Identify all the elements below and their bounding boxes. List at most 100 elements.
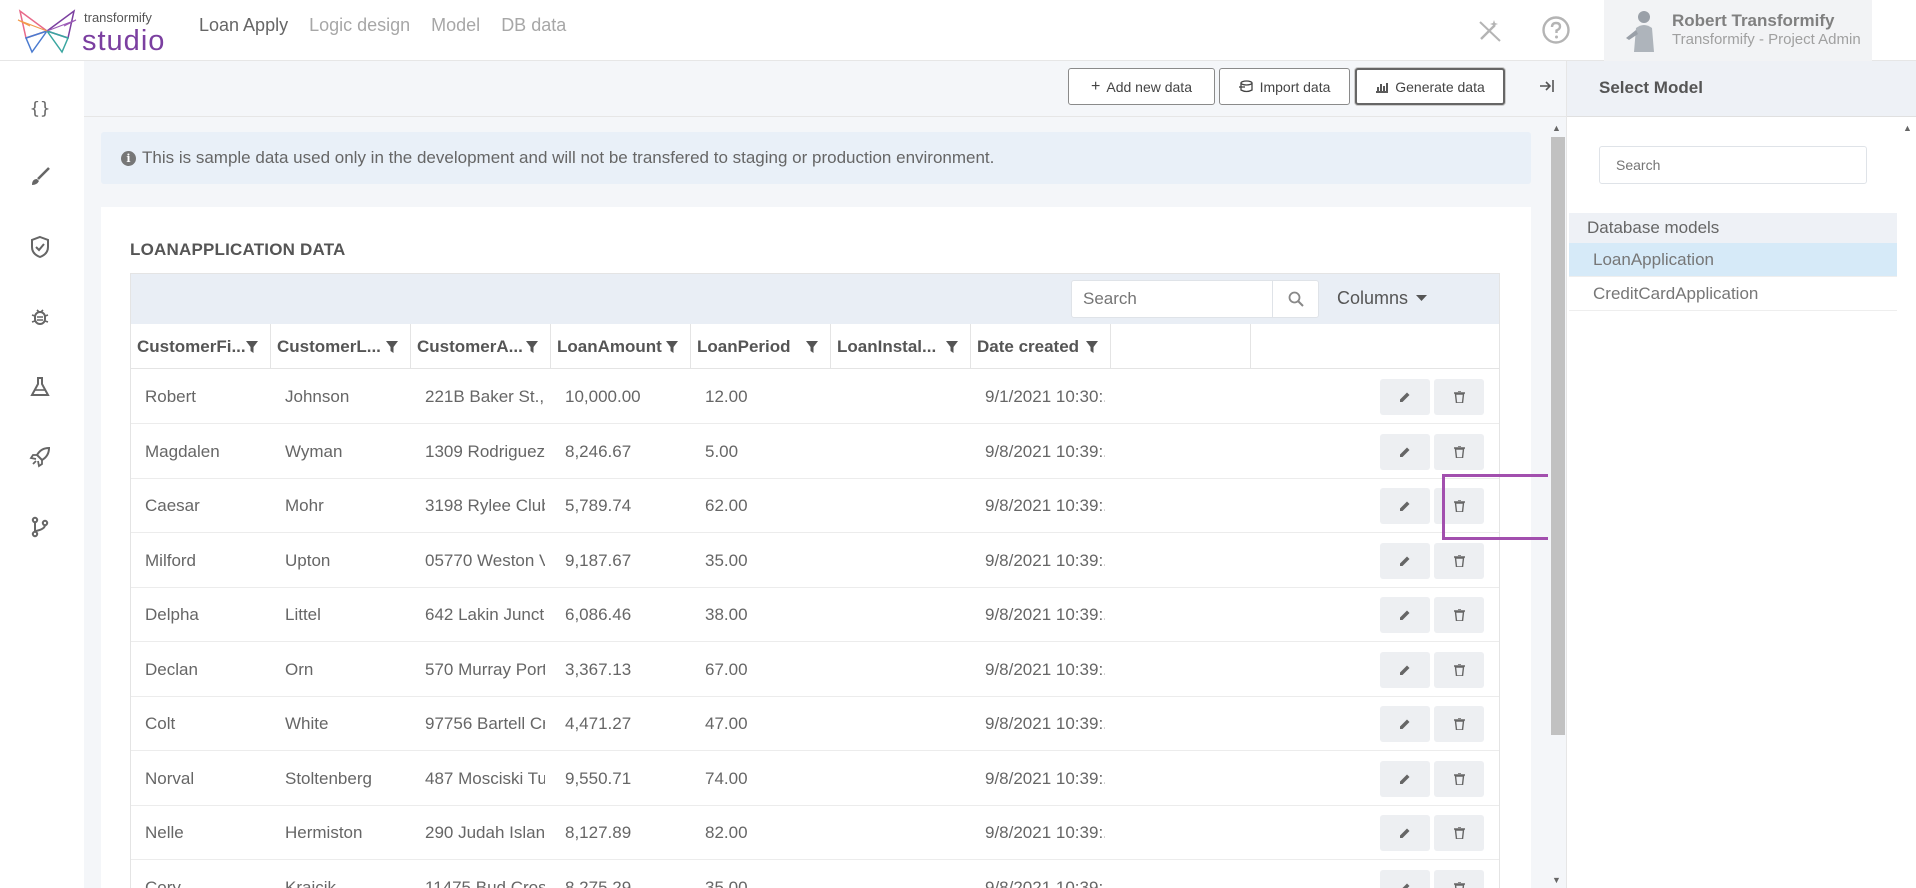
grid-search-input[interactable]	[1072, 281, 1272, 317]
model-panel-header: Select Model	[1567, 61, 1916, 117]
scroll-up-icon[interactable]: ▲	[1552, 123, 1561, 133]
cell-customer-address: 570 Murray Port,...	[425, 659, 545, 679]
delete-row-button[interactable]	[1434, 706, 1484, 742]
table-row[interactable]: Colt White 97756 Bartell Cr... 4,471.27 47.0…	[131, 697, 1499, 751]
delete-row-button[interactable]	[1434, 379, 1484, 415]
table-row[interactable]: Caesar Mohr 3198 Rylee Club,... 5,789.74 62.…	[131, 479, 1499, 533]
info-banner: i This is sample data used only in the d…	[101, 132, 1531, 184]
delete-row-button[interactable]	[1434, 597, 1484, 633]
brush-icon[interactable]	[26, 163, 54, 191]
shield-check-icon[interactable]	[26, 233, 54, 261]
git-branch-icon[interactable]	[26, 513, 54, 541]
generate-data-button[interactable]: Generate data	[1355, 68, 1505, 105]
header-label: LoanInstal...	[837, 336, 937, 356]
edit-row-button[interactable]	[1380, 379, 1430, 415]
header-label: CustomerFi...	[137, 336, 246, 356]
model-item-loanapplication[interactable]: LoanApplication	[1569, 243, 1897, 277]
cell-date-created: 9/8/2021 10:39:...	[985, 550, 1105, 570]
cell-loan-installment	[845, 697, 965, 751]
cell-date-created: 9/8/2021 10:39:...	[985, 496, 1105, 515]
delete-row-button[interactable]	[1434, 542, 1484, 579]
nav-db-data[interactable]: DB data	[501, 15, 566, 36]
edit-row-button[interactable]	[1380, 542, 1430, 579]
table-row[interactable]: Milford Upton 05770 Weston V... 9,187.67 35.…	[131, 534, 1499, 588]
filter-icon[interactable]	[806, 339, 818, 359]
search-button[interactable]	[1272, 281, 1318, 317]
model-item-creditcardapplication[interactable]: CreditCardApplication	[1569, 277, 1897, 311]
filter-icon[interactable]	[526, 339, 538, 359]
scroll-down-icon[interactable]: ▼	[1552, 875, 1561, 885]
edit-row-button[interactable]	[1380, 597, 1430, 633]
nav-model[interactable]: Model	[431, 15, 480, 36]
cell-customer-address: 642 Lakin Juncti...	[425, 605, 545, 624]
table-row[interactable]: Declan Orn 570 Murray Port,... 3,367.13 67.0…	[131, 643, 1499, 697]
filter-icon[interactable]	[666, 339, 678, 359]
header-date-created[interactable]: Date created	[971, 324, 1111, 369]
add-new-data-button[interactable]: + Add new data	[1068, 68, 1215, 105]
table-row[interactable]: Delpha Littel 642 Lakin Juncti... 6,086.46 3…	[131, 588, 1499, 642]
help-circle-icon[interactable]	[1540, 14, 1572, 46]
header-customer-first-name[interactable]: CustomerFi...	[131, 324, 271, 369]
main-scrollbar[interactable]: ▲ ▼	[1548, 117, 1566, 888]
delete-row-button[interactable]	[1434, 760, 1484, 797]
model-group-header: Database models	[1569, 213, 1897, 243]
cell-date-created: 9/8/2021 10:39:...	[985, 441, 1105, 461]
code-braces-icon[interactable]: {}	[26, 95, 54, 123]
user-menu[interactable]: Robert Transformify Transformify - Proje…	[1604, 0, 1872, 61]
table-row[interactable]: Norval Stoltenberg 487 Mosciski Tu... 9,550…	[131, 752, 1499, 806]
cell-customer-last-name: Orn	[285, 659, 314, 679]
model-panel: Select Model Database models LoanApplica…	[1566, 61, 1916, 888]
scrollbar-thumb[interactable]	[1551, 137, 1565, 735]
delete-row-button[interactable]	[1434, 869, 1484, 888]
model-search-input[interactable]	[1600, 147, 1866, 183]
cell-customer-last-name: Stoltenberg	[285, 768, 372, 788]
import-data-button[interactable]: Import data	[1219, 68, 1350, 105]
filter-icon[interactable]	[386, 339, 398, 359]
collapse-panel-icon[interactable]	[1535, 74, 1559, 98]
header-loan-period[interactable]: LoanPeriod	[691, 324, 831, 369]
bug-icon[interactable]	[26, 303, 54, 331]
cell-customer-address: 290 Judah Islan...	[425, 823, 545, 842]
delete-row-button[interactable]	[1434, 433, 1484, 470]
columns-dropdown[interactable]: Columns	[1337, 288, 1428, 309]
filter-icon[interactable]	[246, 339, 258, 359]
edit-row-button[interactable]	[1380, 760, 1430, 797]
cell-date-created: 9/8/2021 10:39:...	[985, 714, 1105, 733]
table-row[interactable]: Magdalen Wyman 1309 Rodriguez ... 8,246.67 5…	[131, 425, 1499, 479]
flask-icon[interactable]	[26, 373, 54, 401]
nav-loan-apply[interactable]: Loan Apply	[199, 15, 288, 36]
grid-toolbar: Columns	[131, 274, 1499, 324]
cell-loan-installment	[845, 479, 965, 533]
edit-row-button[interactable]	[1380, 433, 1430, 470]
filter-icon[interactable]	[1086, 339, 1098, 359]
header-loan-amount[interactable]: LoanAmount	[551, 324, 691, 369]
edit-row-button[interactable]	[1380, 488, 1430, 524]
logo[interactable]: transformify studio	[16, 8, 166, 57]
edit-row-button[interactable]	[1380, 706, 1430, 742]
cell-loan-period: 5.00	[705, 441, 739, 461]
pencil-icon	[1400, 556, 1410, 566]
bar-chart-icon	[1376, 82, 1389, 93]
caret-down-icon	[1416, 295, 1428, 301]
table-row[interactable]: Robert Johnson 221B Baker St., L... 10,000.…	[131, 370, 1499, 424]
cell-date-created: 9/8/2021 10:39:...	[985, 768, 1105, 788]
table-row[interactable]: Nelle Hermiston 290 Judah Islan... 8,127.89…	[131, 806, 1499, 860]
header-customer-address[interactable]: CustomerA...	[411, 324, 551, 369]
edit-row-button[interactable]	[1380, 869, 1430, 888]
cell-loan-installment	[845, 534, 965, 588]
delete-row-button[interactable]	[1434, 815, 1484, 851]
edit-row-button[interactable]	[1380, 815, 1430, 851]
nav-logic-design[interactable]: Logic design	[309, 15, 410, 36]
table-row[interactable]: Cory Kraicik 11475 Bud Cros... 8,275.29 35.0…	[131, 861, 1499, 888]
magic-wand-off-icon[interactable]	[1474, 14, 1506, 46]
data-card: LOANAPPLICATION DATA Columns CustomerFi.…	[101, 207, 1531, 888]
delete-row-button[interactable]	[1434, 651, 1484, 688]
model-panel-scrollbar[interactable]: ▲	[1897, 117, 1916, 888]
rocket-icon[interactable]	[26, 443, 54, 471]
header-customer-last-name[interactable]: CustomerL...	[271, 324, 411, 369]
header-loan-installment[interactable]: LoanInstal...	[831, 324, 971, 369]
scroll-up-icon[interactable]: ▲	[1903, 123, 1912, 133]
butterfly-logo-icon	[17, 9, 77, 54]
edit-row-button[interactable]	[1380, 651, 1430, 688]
filter-icon[interactable]	[946, 339, 958, 359]
